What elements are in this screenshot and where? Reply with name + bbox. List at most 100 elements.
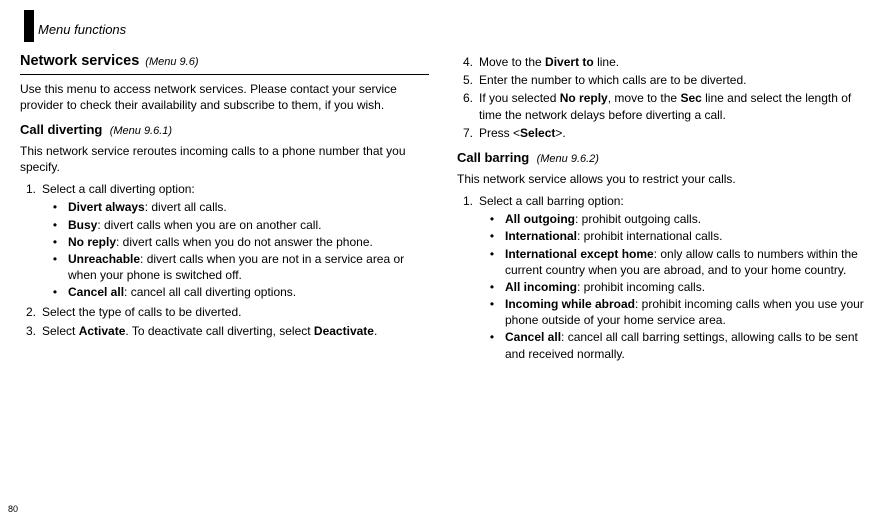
text: . [374, 324, 377, 338]
list-item: • International: prohibit international … [479, 228, 866, 244]
list-item: 1. Select a call barring option: • All o… [457, 193, 866, 364]
list-item: 5. Enter the number to which calls are t… [457, 72, 866, 88]
step-body: Press <Select>. [479, 125, 866, 141]
subsection-menu-ref: (Menu 9.6.1) [110, 125, 172, 137]
text: Move to the [479, 55, 545, 69]
bold-term: Deactivate [314, 324, 374, 338]
bullet-desc: : prohibit outgoing calls. [575, 212, 701, 226]
list-item: 4. Move to the Divert to line. [457, 54, 866, 70]
section-title: Network services (Menu 9.6) [20, 52, 429, 75]
section-title-text: Network services [20, 52, 139, 72]
list-item: • Divert always: divert all calls. [42, 199, 429, 215]
text: , move to the [608, 91, 681, 105]
list-item: 1. Select a call diverting option: • Div… [20, 181, 429, 302]
bullet-desc: : prohibit international calls. [577, 229, 722, 243]
subsection-title-text: Call barring [457, 150, 529, 165]
list-item: 7. Press <Select>. [457, 125, 866, 141]
bullet-icon: • [479, 279, 505, 295]
bullet-icon: • [42, 217, 68, 233]
numbered-list: 1. Select a call barring option: • All o… [457, 193, 866, 364]
bullet-body: All outgoing: prohibit outgoing calls. [505, 211, 866, 227]
bullet-label: All outgoing [505, 212, 575, 226]
step-number: 2. [20, 304, 42, 320]
bullet-icon: • [42, 234, 68, 250]
subsection-title: Call barring (Menu 9.6.2) [457, 149, 866, 167]
bullet-label: International [505, 229, 577, 243]
bullet-desc: : cancel all call diverting options. [124, 285, 296, 299]
list-item: • Cancel all: cancel all call diverting … [42, 284, 429, 300]
step-number: 6. [457, 90, 479, 122]
step-body: Enter the number to which calls are to b… [479, 72, 866, 88]
step-body: Select the type of calls to be diverted. [42, 304, 429, 320]
bullet-body: Incoming while abroad: prohibit incoming… [505, 296, 866, 328]
list-item: • Incoming while abroad: prohibit incomi… [479, 296, 866, 328]
text: . To deactivate call diverting, select [125, 324, 314, 338]
step-number: 7. [457, 125, 479, 141]
column-left: Network services (Menu 9.6) Use this men… [20, 52, 429, 366]
bullet-body: International: prohibit international ca… [505, 228, 866, 244]
bullet-body: Cancel all: cancel all call diverting op… [68, 284, 429, 300]
subsection-intro: This network service reroutes incoming c… [20, 143, 429, 175]
list-item: • All incoming: prohibit incoming calls. [479, 279, 866, 295]
bullet-label: No reply [68, 235, 116, 249]
list-item: 2. Select the type of calls to be divert… [20, 304, 429, 320]
bullet-label: Cancel all [68, 285, 124, 299]
bullet-label: Incoming while abroad [505, 297, 635, 311]
text: Press < [479, 126, 520, 140]
bullet-body: Unreachable: divert calls when you are n… [68, 251, 429, 283]
header-accent [24, 10, 34, 42]
step-number: 1. [457, 193, 479, 364]
list-item: • Busy: divert calls when you are on ano… [42, 217, 429, 233]
bullet-body: All incoming: prohibit incoming calls. [505, 279, 866, 295]
step-text: Select a call barring option: [479, 194, 624, 208]
list-item: • All outgoing: prohibit outgoing calls. [479, 211, 866, 227]
bullet-body: No reply: divert calls when you do not a… [68, 234, 429, 250]
page-number: 80 [8, 504, 18, 514]
bold-term: Select [520, 126, 555, 140]
bullet-desc: : prohibit incoming calls. [577, 280, 705, 294]
bullet-icon: • [479, 296, 505, 328]
bullet-label: Cancel all [505, 330, 561, 344]
bold-term: Activate [79, 324, 126, 338]
bullet-desc: : divert calls when you are on another c… [97, 218, 321, 232]
list-item: • No reply: divert calls when you do not… [42, 234, 429, 250]
bullet-label: Unreachable [68, 252, 140, 266]
bullet-label: International except home [505, 247, 654, 261]
step-number: 4. [457, 54, 479, 70]
step-body: Move to the Divert to line. [479, 54, 866, 70]
bullet-list: • Divert always: divert all calls. • Bus… [42, 199, 429, 300]
list-item: 3. Select Activate. To deactivate call d… [20, 323, 429, 339]
bullet-label: Divert always [68, 200, 145, 214]
bullet-label: Busy [68, 218, 97, 232]
subsection-menu-ref: (Menu 9.6.2) [537, 153, 599, 165]
subsection-intro: This network service allows you to restr… [457, 171, 866, 187]
text: Select [42, 324, 79, 338]
bullet-icon: • [479, 228, 505, 244]
bullet-icon: • [42, 251, 68, 283]
bullet-body: Cancel all: cancel all call barring sett… [505, 329, 866, 361]
step-number: 3. [20, 323, 42, 339]
numbered-list: 4. Move to the Divert to line. 5. Enter … [457, 54, 866, 141]
column-right: 4. Move to the Divert to line. 5. Enter … [457, 52, 866, 366]
step-text: Select a call diverting option: [42, 182, 195, 196]
subsection-title: Call diverting (Menu 9.6.1) [20, 121, 429, 139]
bullet-icon: • [479, 211, 505, 227]
bold-term: Divert to [545, 55, 594, 69]
bullet-body: Divert always: divert all calls. [68, 199, 429, 215]
bullet-icon: • [479, 329, 505, 361]
text: line. [594, 55, 619, 69]
bullet-desc: : divert calls when you do not answer th… [116, 235, 373, 249]
step-number: 1. [20, 181, 42, 302]
bullet-icon: • [479, 246, 505, 278]
bullet-label: All incoming [505, 280, 577, 294]
bullet-body: International except home: only allow ca… [505, 246, 866, 278]
content-columns: Network services (Menu 9.6) Use this men… [20, 52, 866, 366]
bold-term: No reply [560, 91, 608, 105]
list-item: • Unreachable: divert calls when you are… [42, 251, 429, 283]
numbered-list: 1. Select a call diverting option: • Div… [20, 181, 429, 339]
bold-term: Sec [680, 91, 701, 105]
step-number: 5. [457, 72, 479, 88]
page: Menu functions Network services (Menu 9.… [0, 0, 872, 520]
text: If you selected [479, 91, 560, 105]
step-body: Select a call barring option: • All outg… [479, 193, 866, 364]
